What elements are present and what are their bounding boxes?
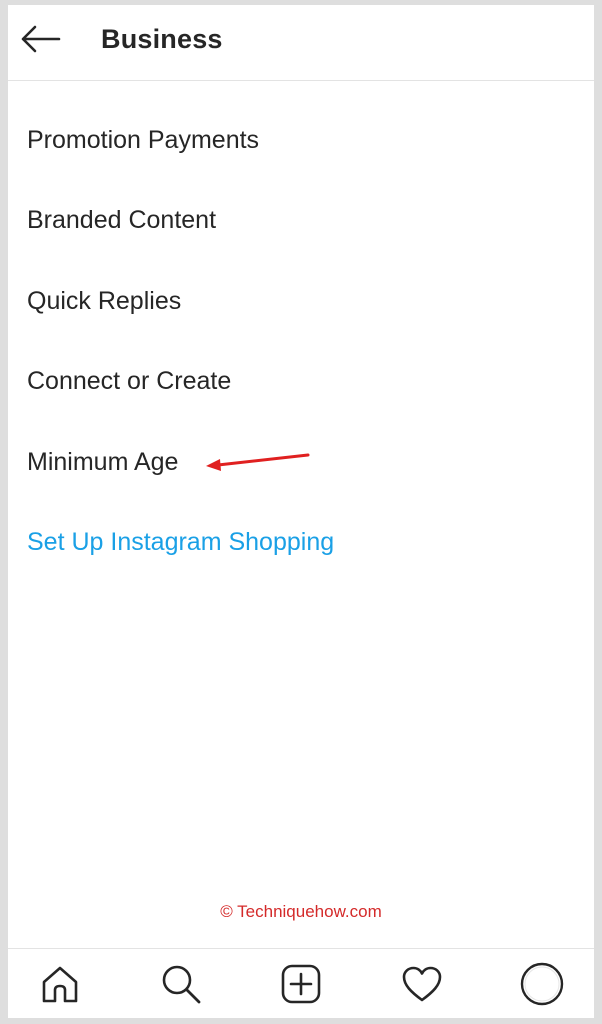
profile-icon — [520, 962, 564, 1005]
back-button[interactable] — [16, 19, 64, 59]
add-post-icon — [281, 964, 321, 1003]
heart-icon — [402, 966, 441, 1001]
arrow-left-icon — [21, 25, 61, 53]
tab-home[interactable] — [30, 954, 90, 1014]
menu-item-branded-content[interactable]: Branded Content — [27, 206, 216, 235]
menu-item-quick-replies[interactable]: Quick Replies — [27, 287, 181, 316]
red-arrow-icon — [206, 453, 310, 471]
tab-search[interactable] — [151, 954, 211, 1014]
menu-item-promotion-payments[interactable]: Promotion Payments — [27, 126, 259, 155]
menu-item-minimum-age[interactable]: Minimum Age — [27, 448, 178, 477]
bottom-tab-bar — [8, 948, 594, 1018]
tab-new-post[interactable] — [271, 954, 331, 1014]
tab-profile[interactable] — [512, 954, 572, 1014]
menu-item-connect-or-create[interactable]: Connect or Create — [27, 367, 231, 396]
home-icon — [42, 966, 78, 1002]
watermark: © Techniquehow.com — [220, 902, 382, 921]
top-bar: Business — [8, 5, 594, 81]
search-icon — [162, 965, 200, 1003]
set-up-instagram-shopping-link[interactable]: Set Up Instagram Shopping — [27, 528, 334, 557]
tab-activity[interactable] — [392, 954, 452, 1014]
page-title: Business — [101, 24, 223, 54]
phone-screen: Business Promotion Payments Branded Cont… — [0, 0, 602, 1024]
